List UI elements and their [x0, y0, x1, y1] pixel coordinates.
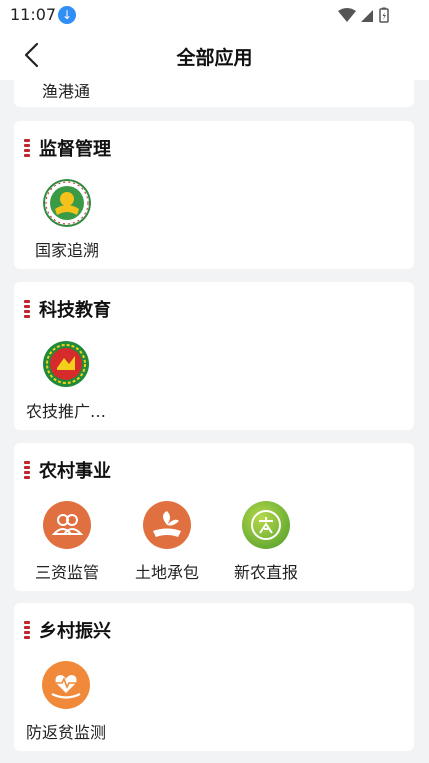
app-land-contract[interactable]: 土地承包 [119, 501, 215, 583]
system-icons [337, 7, 397, 23]
section-title: 监督管理 [22, 137, 111, 160]
xinnong-report-icon [242, 501, 290, 549]
wheat-mark-icon [24, 139, 30, 157]
section-title-text: 农村事业 [39, 461, 111, 482]
app-agri-extension[interactable]: 农技推广… [18, 340, 114, 422]
app-poverty-monitor[interactable]: 防返贫监测 [18, 661, 114, 743]
section-card-education: 科技教育 农技推广… [14, 282, 414, 430]
section-card-partial: 渔港通 [14, 80, 414, 107]
app-xinnong-report[interactable]: 新农直报 [218, 501, 314, 583]
app-label: 国家追溯 [34, 241, 99, 260]
land-contract-icon [143, 501, 191, 549]
status-bar: 11:07 ↓ [0, 0, 429, 30]
section-title: 农村事业 [22, 459, 111, 482]
section-title: 乡村振兴 [22, 619, 111, 642]
battery-icon [379, 7, 389, 23]
section-title: 科技教育 [22, 298, 111, 321]
app-label: 土地承包 [134, 563, 199, 582]
heart-monitor-icon [42, 661, 90, 709]
download-icon: ↓ [58, 6, 76, 24]
wheat-mark-icon [24, 461, 30, 479]
traceability-seal-icon [43, 179, 91, 227]
section-card-revival: 乡村振兴 防返贫监测 [14, 603, 414, 751]
app-sanzi-supervision[interactable]: 三资监管 [19, 501, 115, 583]
wheat-mark-icon [24, 621, 30, 639]
section-card-rural: 农村事业 三资监管 土地承包 新农直报 [14, 443, 414, 591]
section-card-supervision: 监督管理 国家追溯 [14, 121, 414, 269]
app-label: 渔港通 [41, 82, 90, 101]
section-title-text: 监督管理 [39, 139, 111, 160]
people-supervision-icon [43, 501, 91, 549]
section-title-text: 科技教育 [39, 300, 111, 321]
wifi-icon [338, 8, 356, 22]
app-label: 新农直报 [233, 563, 298, 582]
agri-extension-emblem-icon [42, 340, 90, 388]
app-yugangtong[interactable]: 渔港通 [18, 78, 114, 102]
page-title: 全部应用 [176, 47, 253, 69]
app-label: 防返贫监测 [25, 723, 106, 742]
status-time: 11:07 [10, 5, 57, 24]
nav-bar: 全部应用 [0, 30, 429, 80]
signal-icon [361, 10, 373, 22]
app-label: 三资监管 [34, 563, 99, 582]
section-title-text: 乡村振兴 [39, 621, 111, 642]
app-label: 农技推广… [25, 402, 106, 421]
app-traceability[interactable]: 国家追溯 [19, 179, 115, 261]
wheat-mark-icon [24, 300, 30, 318]
